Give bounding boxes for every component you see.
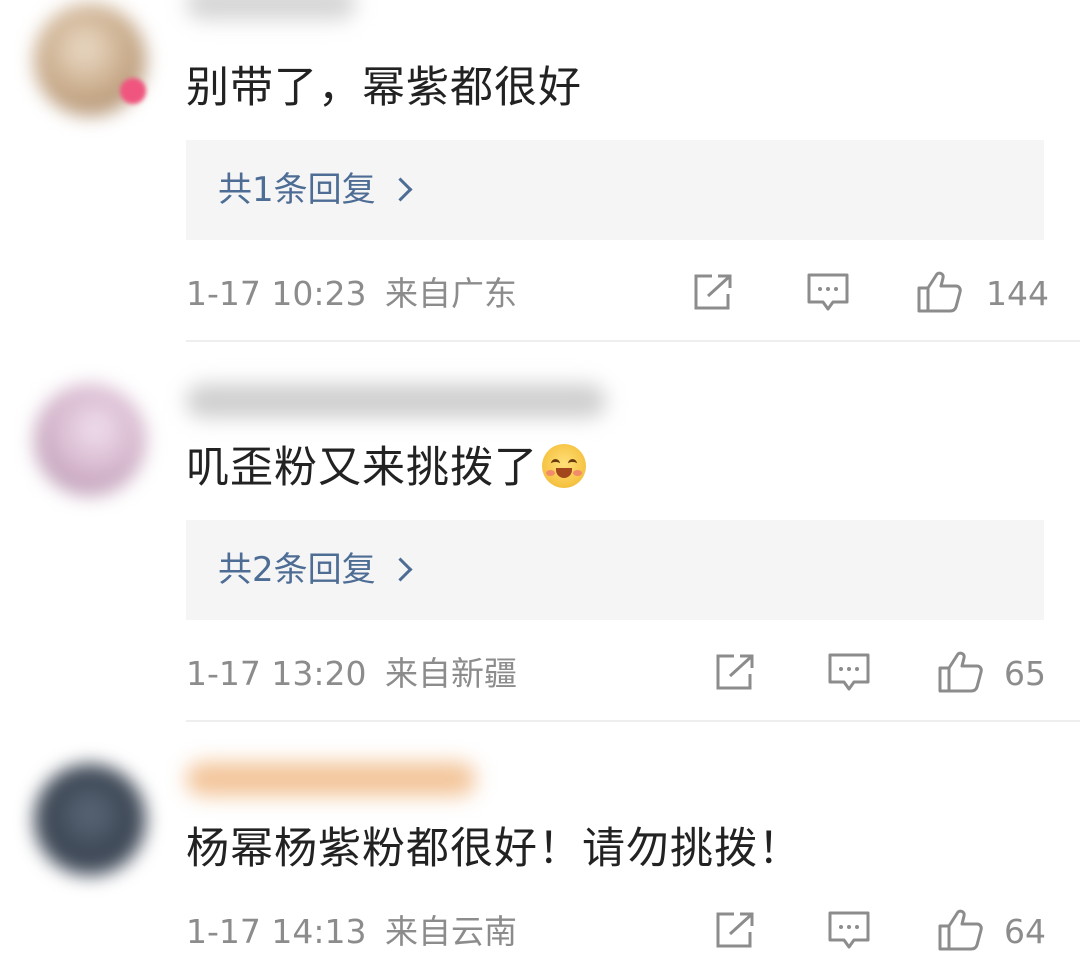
comment-meta: 1-17 14:13 来自云南 (186, 912, 517, 952)
location: 来自云南 (385, 912, 517, 951)
comment-text: 杨幂杨紫粉都很好！请勿挑拨！ (186, 824, 802, 874)
timestamp: 1-17 14:13 (186, 912, 367, 951)
username[interactable] (186, 762, 476, 796)
avatar[interactable] (34, 764, 146, 876)
comment-icon[interactable] (827, 910, 871, 952)
comment-item: 杨幂杨紫粉都很好！请勿挑拨！ 1-17 14:13 来自云南 64 (0, 0, 1080, 977)
share-icon[interactable] (714, 910, 758, 950)
thumbs-up-icon[interactable] (937, 908, 985, 952)
like-count: 64 (1004, 912, 1046, 951)
